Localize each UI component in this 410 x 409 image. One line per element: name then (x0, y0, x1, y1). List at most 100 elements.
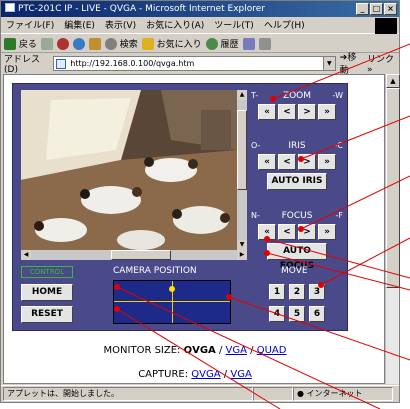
mail-icon[interactable] (242, 37, 255, 50)
capture-label: CAPTURE: (138, 369, 189, 380)
focus-title: FOCUS (281, 211, 313, 221)
page-scroll-thumb[interactable] (386, 88, 400, 288)
move-preset-2-button[interactable]: 2 (289, 284, 305, 300)
move-preset-4-button[interactable]: 4 (269, 306, 285, 322)
title-bar: PTC-201C IP - LIVE - QVGA - Microsoft In… (1, 1, 399, 17)
zoom-wide-button[interactable]: > (298, 104, 316, 120)
iris-open-button[interactable]: < (278, 154, 296, 170)
zoom-wide-label: -W (332, 91, 343, 100)
separator: / (218, 345, 223, 356)
monitor-size-current: QVGA (183, 345, 216, 356)
zoom-tele-label: T- (251, 91, 259, 100)
close-button[interactable]: × (384, 3, 397, 15)
window-controls: _ □ × (356, 3, 397, 15)
stop-icon[interactable] (56, 37, 69, 50)
menu-bar: ファイル(F) 編集(E) 表示(V) お気に入り(A) ツール(T) ヘルプ(… (1, 18, 399, 34)
status-message: アプレットは、開始しました。 (3, 387, 253, 401)
menu-favorites[interactable]: お気に入り(A) (141, 18, 209, 33)
capture-line: CAPTURE: QVGA / VGA (4, 369, 384, 380)
video-vscroll-thumb[interactable] (237, 110, 247, 190)
iris-open-label: O- (251, 141, 261, 150)
auto-iris-button[interactable]: AUTO IRIS (267, 173, 327, 190)
back-label: 戻る (18, 39, 37, 50)
menu-edit[interactable]: 編集(E) (59, 18, 100, 33)
status-message-text: アプレットは、開始しました。 (7, 389, 119, 398)
back-arrow-icon (4, 38, 16, 51)
window-title: PTC-201C IP - LIVE - QVGA - Microsoft In… (18, 4, 266, 14)
move-preset-1-button[interactable]: 1 (269, 284, 285, 300)
control-status-badge: CONTROL (21, 266, 73, 278)
refresh-icon[interactable] (72, 37, 85, 50)
iris-fast-open-button[interactable]: « (258, 154, 276, 170)
favorites-button[interactable]: お気に入り (141, 37, 202, 51)
focus-near-button[interactable]: < (278, 224, 296, 240)
ie-icon (5, 3, 15, 12)
maximize-button[interactable]: □ (370, 3, 383, 15)
monitor-size-line: MONITOR SIZE: QVGA / VGA / QUAD (4, 345, 384, 356)
zoom-title: ZOOM (282, 91, 312, 101)
address-bar: アドレス(D) http://192.168.0.100/qvga.htm ▼ … (1, 52, 399, 76)
links-button[interactable]: リンク » (367, 52, 399, 75)
zoom-fast-wide-button[interactable]: » (318, 104, 336, 120)
focus-fast-far-button[interactable]: » (318, 224, 336, 240)
video-vertical-scrollbar[interactable]: ▲ ▼ (237, 90, 247, 250)
search-label: 検索 (119, 39, 138, 50)
page-vertical-scrollbar[interactable]: ▲ (385, 74, 400, 384)
iris-fast-close-button[interactable]: » (318, 154, 336, 170)
capture-vga-link[interactable]: VGA (230, 369, 251, 380)
video-scroll-up-icon[interactable]: ▲ (237, 90, 247, 100)
camera-position-map[interactable] (113, 280, 231, 324)
callout-dot-position (226, 294, 232, 300)
position-marker-icon (169, 286, 175, 292)
callout-dot-video-hscroll (264, 250, 270, 256)
address-url: http://192.168.0.100/qvga.htm (70, 58, 195, 68)
history-button[interactable]: 履歴 (205, 37, 239, 51)
go-button[interactable]: ➔移動 (340, 50, 363, 76)
address-dropdown-icon[interactable]: ▼ (322, 56, 335, 70)
home-icon[interactable] (88, 37, 101, 50)
zoom-tele-button[interactable]: < (278, 104, 296, 120)
callout-dot-move (318, 282, 324, 288)
favorites-label: お気に入り (156, 39, 202, 50)
video-hscroll-thumb[interactable] (111, 250, 171, 260)
restaurant-camera-image (21, 90, 237, 250)
zoom-fast-tele-button[interactable]: « (258, 104, 276, 120)
focus-near-label: N- (251, 211, 260, 220)
video-scroll-left-icon[interactable]: ◀ (21, 250, 31, 260)
reset-button[interactable]: RESET (21, 306, 73, 323)
iris-close-label: -C (334, 141, 343, 150)
back-button[interactable]: 戻る (4, 37, 37, 51)
monitor-vga-link[interactable]: VGA (226, 345, 247, 356)
menu-tools[interactable]: ツール(T) (209, 18, 259, 33)
video-horizontal-scrollbar[interactable]: ◀ ▶ (21, 250, 247, 260)
search-button[interactable]: 検索 (104, 37, 138, 51)
video-scroll-right-icon[interactable]: ▶ (237, 250, 247, 260)
address-input[interactable]: http://192.168.0.100/qvga.htm ▼ (53, 55, 336, 71)
move-preset-5-button[interactable]: 5 (289, 306, 305, 322)
menu-help[interactable]: ヘルプ(H) (259, 18, 310, 33)
home-button[interactable]: HOME (21, 284, 73, 301)
move-preset-6-button[interactable]: 6 (309, 306, 325, 322)
monitor-size-label: MONITOR SIZE: (103, 345, 181, 356)
callout-dot-zoom (270, 96, 276, 102)
forward-arrow-icon[interactable] (40, 37, 53, 50)
browser-window: PTC-201C IP - LIVE - QVGA - Microsoft In… (0, 0, 400, 403)
menu-file[interactable]: ファイル(F) (1, 18, 59, 33)
page-content: ▲ ▼ ◀ ▶ T- ZOOM -W « < > » O- IRIS -C « … (3, 74, 385, 384)
camera-position-label: CAMERA POSITION (113, 266, 197, 276)
callout-dot-iris (298, 156, 304, 162)
monitor-quad-link[interactable]: QUAD (257, 345, 287, 356)
menu-view[interactable]: 表示(V) (100, 18, 141, 33)
print-icon[interactable] (258, 37, 271, 50)
windows-logo-icon (375, 18, 397, 34)
page-scroll-up-icon[interactable]: ▲ (386, 74, 400, 88)
capture-qvga-link[interactable]: QVGA (191, 369, 220, 380)
iris-control: O- IRIS -C « < > » AUTO IRIS (251, 140, 343, 190)
live-video[interactable] (21, 90, 237, 250)
auto-focus-button[interactable]: AUTO FOCUS (267, 243, 327, 271)
video-scroll-down-icon[interactable]: ▼ (237, 240, 247, 250)
minimize-button[interactable]: _ (356, 3, 369, 15)
status-zone: ● インターネット (293, 387, 393, 401)
search-icon (104, 38, 117, 51)
callout-dot-focus (298, 226, 304, 232)
